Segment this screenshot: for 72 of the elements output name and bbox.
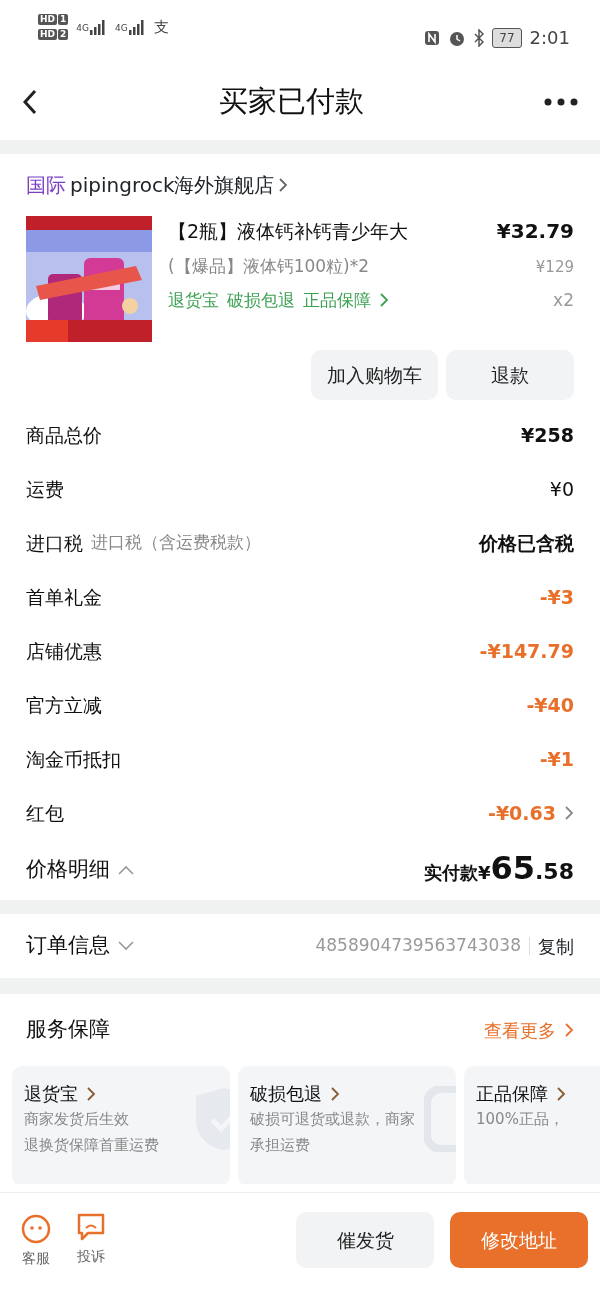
urge-shipping-button[interactable]: 催发货	[296, 1212, 434, 1268]
chat-icon	[76, 1211, 106, 1242]
price-label: 首单礼金	[26, 584, 102, 610]
signal-icon	[127, 19, 146, 35]
service-tag: 退货宝	[168, 287, 219, 313]
price-label: 官方立减	[26, 692, 102, 718]
service-description: 退换货保障首重运费	[24, 1134, 160, 1156]
quantity: x2	[553, 288, 574, 312]
refund-button[interactable]: 退款	[446, 350, 574, 400]
price-value: -¥3	[539, 584, 574, 610]
sim-label: HD 1	[38, 14, 69, 25]
service-tag: 正品保障	[303, 287, 371, 313]
page-title: 买家已付款	[218, 83, 364, 121]
more-icon[interactable]	[544, 98, 578, 106]
service-tag: 破损包退	[227, 287, 295, 313]
region-tag: 国际	[26, 170, 66, 200]
bottom-link[interactable]: 客服	[20, 1211, 52, 1269]
copy-link[interactable]: 复制	[538, 932, 574, 960]
app-glyph: 支	[153, 16, 169, 38]
price-value: 价格已含税	[479, 530, 574, 556]
product-price: ¥32.79	[496, 218, 574, 245]
price-label: 进口税	[26, 530, 83, 556]
product-title[interactable]: 【2瓶】液体钙补钙青少年大	[168, 216, 409, 246]
nfc-icon	[424, 29, 441, 46]
chevron-right-icon	[556, 1085, 566, 1102]
add-to-cart-button[interactable]: 加入购物车	[311, 350, 438, 400]
bottom-link[interactable]: 投诉	[76, 1211, 106, 1269]
paid-label: 实付款¥	[423, 862, 491, 885]
order-number: 4858904739563743038	[315, 934, 521, 958]
price-note: 进口税（含运费税款）	[91, 531, 261, 555]
service-card[interactable]: 退货宝 商家发货后生效 退换货保障首重运费	[12, 1066, 230, 1184]
price-value: -¥40	[526, 692, 574, 718]
service-title: 退货宝	[24, 1082, 78, 1106]
service-card[interactable]: 正品保障 100%正品，	[464, 1066, 600, 1184]
chevron-right-icon	[330, 1085, 340, 1102]
price-value: -¥1	[539, 746, 574, 772]
original-price: ¥129	[535, 256, 574, 278]
price-value: -¥147.79	[479, 638, 574, 664]
price-label: 红包	[26, 800, 64, 826]
back-icon[interactable]	[22, 89, 38, 115]
paid-decimal: .58	[535, 858, 574, 886]
section-title: 服务保障	[26, 1016, 110, 1044]
service-description: 商家发货后生效	[24, 1109, 130, 1130]
service-description: 破损可退货或退款，商家承担运费	[250, 1109, 416, 1156]
service-title: 正品保障	[476, 1082, 548, 1106]
battery-level: 77	[492, 27, 522, 48]
price-details-toggle[interactable]: 价格明细	[26, 854, 110, 886]
clock-time: 2:01	[529, 26, 570, 50]
chevron-right-icon	[379, 292, 389, 309]
product-variant: (【爆品】液体钙100粒)*2	[168, 255, 370, 278]
order-info-toggle[interactable]: 订单信息	[26, 930, 110, 962]
chevron-right-icon	[564, 805, 574, 821]
paid-amount: 65	[490, 852, 535, 884]
price-label: 淘金币抵扣	[26, 746, 121, 772]
price-label: 运费	[26, 476, 64, 502]
price-label: 商品总价	[26, 422, 102, 448]
service-description: 100%正品，	[476, 1109, 565, 1130]
signal-icon	[89, 19, 107, 35]
store-link[interactable]: pipingrock海外旗舰店	[70, 170, 275, 200]
chevron-right-icon	[86, 1085, 96, 1102]
bluetooth-icon	[474, 28, 485, 47]
network-label: 4G	[76, 21, 89, 35]
price-label: 店铺优惠	[26, 638, 102, 664]
price-value: ¥258	[521, 422, 574, 448]
chevron-right-icon	[564, 1022, 574, 1038]
price-value: ¥0	[549, 476, 574, 502]
sim-label: HD 2	[38, 29, 69, 40]
service-title: 破损包退	[250, 1082, 322, 1106]
chevron-right-icon	[278, 177, 289, 193]
price-value: -¥0.63	[488, 800, 556, 826]
network-label: 4G	[115, 21, 128, 35]
service-card[interactable]: 破损包退 破损可退货或退款，商家承担运费	[238, 1066, 456, 1184]
